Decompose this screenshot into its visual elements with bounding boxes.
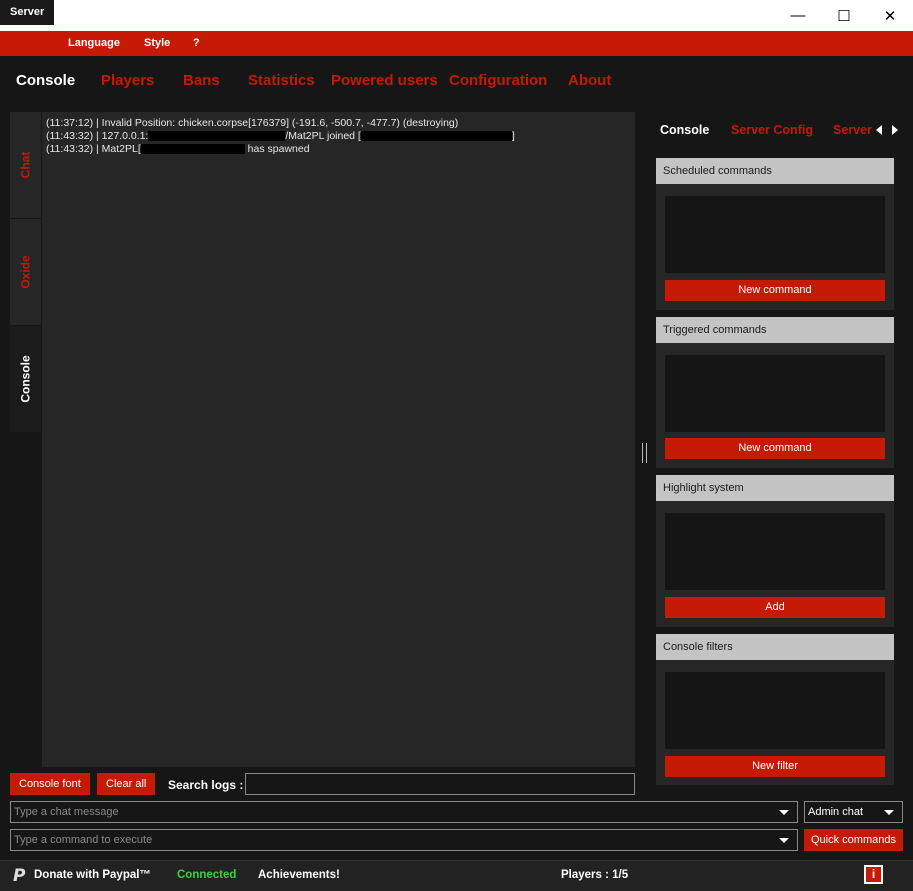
tab-console[interactable]: Console	[16, 72, 75, 89]
log-text: (11:43:32) | Mat2PL[	[46, 143, 141, 155]
search-logs-label: Search logs :	[168, 778, 244, 792]
side-tab-chat-label: Chat	[18, 151, 33, 179]
right-tab-console[interactable]: Console	[660, 123, 709, 137]
tab-players[interactable]: Players	[101, 72, 154, 89]
paypal-icon: P	[13, 866, 26, 886]
triggered-commands-list[interactable]	[665, 355, 885, 432]
log-text: /Mat2PL joined [	[285, 130, 361, 142]
command-placeholder: Type a command to execute	[14, 834, 153, 846]
maximize-button[interactable]: ☐	[821, 0, 867, 31]
chat-target-value: Admin chat	[808, 806, 864, 818]
console-filters-list[interactable]	[665, 672, 885, 749]
menu-help[interactable]: ?	[183, 31, 210, 56]
clear-all-button[interactable]: Clear all	[97, 773, 156, 795]
command-input[interactable]: Type a command to execute	[10, 829, 798, 851]
log-text: ]	[511, 130, 515, 142]
panel-splitter[interactable]	[642, 443, 647, 463]
log-text: has spawned	[244, 143, 310, 155]
log-line: (11:43:32) | 127.0.0.1: /Mat2PL joined []	[46, 130, 515, 142]
highlight-system-list[interactable]	[665, 513, 885, 590]
log-text: (11:37:12) | Invalid Position: chicken.c…	[46, 117, 459, 129]
right-tab-server-config[interactable]: Server Config	[731, 123, 813, 137]
search-logs-input[interactable]	[245, 773, 635, 795]
log-line: (11:37:12) | Invalid Position: chicken.c…	[46, 117, 458, 129]
redacted-block	[140, 144, 245, 155]
redacted-block	[360, 131, 512, 142]
console-font-button[interactable]: Console font	[10, 773, 90, 795]
scroll-left-icon[interactable]	[876, 125, 882, 135]
scheduled-commands-list[interactable]	[665, 196, 885, 273]
side-tab-oxide[interactable]: Oxide	[10, 219, 41, 325]
menu-language[interactable]: Language	[58, 31, 130, 56]
chevron-down-icon	[884, 810, 894, 815]
side-tab-console-label: Console	[18, 355, 33, 403]
window-title: RustAdmin : test (ExperimentalWeb)	[30, 8, 228, 22]
connection-status: Connected	[177, 869, 237, 881]
chat-message-input[interactable]: Type a chat message	[10, 801, 798, 823]
scheduled-commands-header: Scheduled commands	[656, 158, 894, 184]
info-icon[interactable]: i	[864, 865, 883, 884]
new-triggered-command-button[interactable]: New command	[665, 438, 885, 459]
minimize-button[interactable]: —	[775, 0, 821, 31]
achievements-link[interactable]: Achievements!	[258, 869, 340, 881]
log-text: (11:43:32) | 127.0.0.1:	[46, 130, 149, 142]
tab-bans[interactable]: Bans	[183, 72, 220, 89]
new-scheduled-command-button[interactable]: New command	[665, 280, 885, 301]
chat-target-select[interactable]: Admin chat	[804, 801, 903, 823]
side-tab-console[interactable]: Console	[10, 326, 41, 432]
scroll-right-icon[interactable]	[892, 125, 898, 135]
redacted-block	[148, 131, 286, 142]
close-button[interactable]: ✕	[867, 0, 913, 31]
highlight-system-header: Highlight system	[656, 475, 894, 501]
tab-configuration[interactable]: Configuration	[449, 72, 547, 89]
menu-style[interactable]: Style	[134, 31, 180, 56]
players-count: Players : 1/5	[561, 869, 629, 881]
triggered-commands-header: Triggered commands	[656, 317, 894, 343]
side-tab-oxide-label: Oxide	[18, 255, 33, 289]
donate-paypal-link[interactable]: Donate with Paypal™	[34, 869, 151, 881]
quick-commands-button[interactable]: Quick commands	[804, 829, 903, 851]
side-tab-chat[interactable]: Chat	[10, 112, 41, 218]
chevron-down-icon[interactable]	[779, 838, 789, 843]
tab-powered-users[interactable]: Powered users	[331, 72, 438, 89]
tab-statistics[interactable]: Statistics	[248, 72, 315, 89]
tab-about[interactable]: About	[568, 72, 611, 89]
right-tab-server[interactable]: Server	[833, 123, 872, 137]
new-filter-button[interactable]: New filter	[665, 756, 885, 777]
console-filters-header: Console filters	[656, 634, 894, 660]
menu-server[interactable]: Server	[0, 0, 55, 25]
console-output[interactable]	[42, 112, 635, 767]
chevron-down-icon[interactable]	[779, 810, 789, 815]
log-line: (11:43:32) | Mat2PL[ has spawned	[46, 143, 310, 155]
chat-message-placeholder: Type a chat message	[14, 806, 119, 818]
add-highlight-button[interactable]: Add	[665, 597, 885, 618]
